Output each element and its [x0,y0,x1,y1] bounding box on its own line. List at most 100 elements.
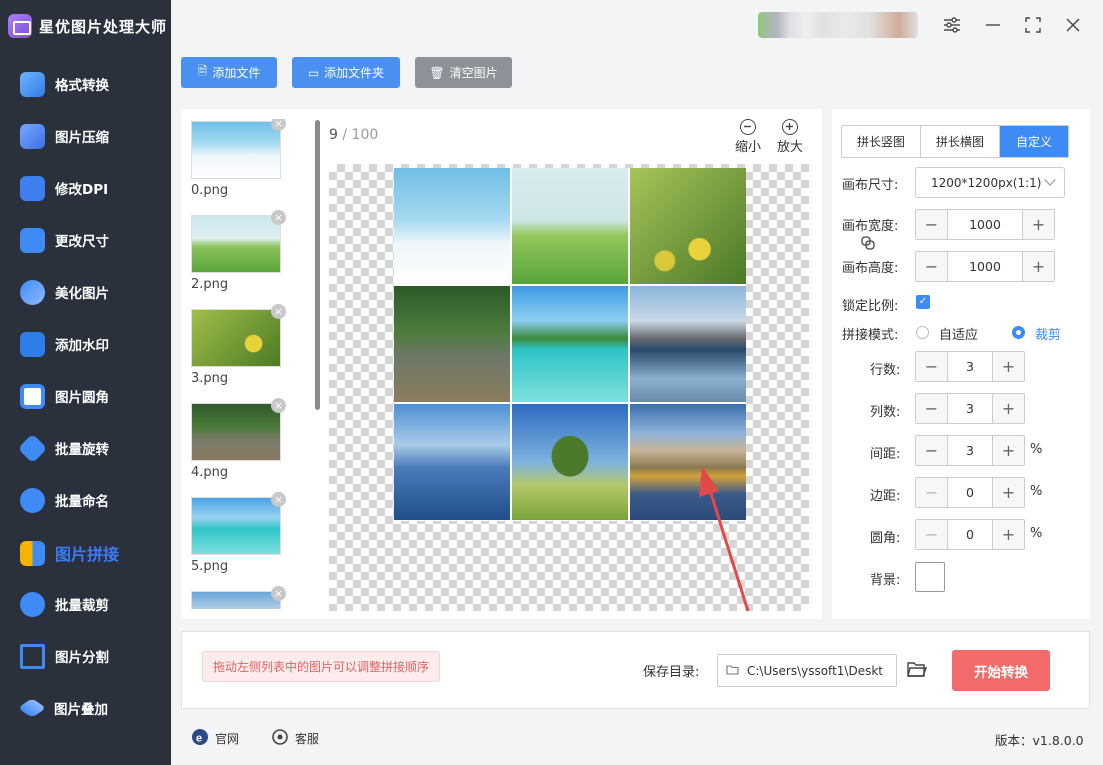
save-path-field[interactable]: C:\Users\yssoft1\Deskt [717,654,897,687]
sidebar-item-resize[interactable]: 更改尺寸 [20,225,109,255]
sidebar-item-dpi[interactable]: 修改DPI [20,173,108,203]
lock-ratio-checkbox[interactable]: ✓ [916,295,930,309]
margin-unit: % [1030,484,1043,499]
decrement-button[interactable]: − [916,520,947,549]
website-label: 官网 [215,732,240,746]
save-dir-label: 保存目录: [643,665,700,680]
gap-unit: % [1030,442,1043,457]
open-folder-icon[interactable] [907,660,928,682]
user-account[interactable] [758,12,918,38]
remove-icon[interactable]: × [271,492,286,507]
sidebar-item-beautify[interactable]: 美化图片 [20,277,109,307]
increment-button[interactable]: + [1023,210,1054,239]
remove-icon[interactable]: × [271,119,286,131]
thumbnail: × [191,398,286,461]
decrement-button[interactable]: − [916,478,947,507]
add-folder-button[interactable]: ▭ 添加文件夹 [292,57,400,88]
mode-crop-radio[interactable] [1012,326,1025,339]
file-list-scrollbar[interactable] [315,120,320,410]
mode-crop-label[interactable]: 裁剪 [1035,324,1061,343]
decrement-button[interactable]: − [916,394,947,423]
sidebar-item-watermark[interactable]: 添加水印 [20,329,109,359]
remove-icon[interactable]: × [271,586,286,601]
grid-image-autumn-lake [630,404,746,520]
mode-adaptive-label[interactable]: 自适应 [939,324,978,343]
remove-icon[interactable]: × [271,304,286,319]
sidebar-item-overlay[interactable]: 图片叠加 [17,693,108,723]
decrement-button[interactable]: − [916,352,947,381]
mode-adaptive-radio[interactable] [916,326,929,339]
decrement-button[interactable]: − [916,210,947,239]
stitch-icon [20,540,45,566]
minimize-icon[interactable] [980,12,1006,38]
list-item[interactable]: × [191,586,286,609]
close-icon[interactable] [1060,12,1086,38]
grid-image-tropical-beach [512,286,628,402]
remove-icon[interactable]: × [271,398,286,413]
increment-button[interactable]: + [993,478,1024,507]
cols-input[interactable]: 3 [947,394,993,423]
sidebar-item-label: 图片圆角 [55,390,109,406]
decrement-button[interactable]: − [916,436,947,465]
grid-image-forest-river [394,286,510,402]
clear-images-button[interactable]: 🗑 清空图片 [415,57,512,88]
tab-horizontal[interactable]: 拼长横图 [921,126,1000,157]
sidebar-item-crop[interactable]: 批量裁剪 [20,589,109,619]
maximize-icon[interactable] [1020,12,1046,38]
zoom-in-button[interactable]: 放大 [772,119,808,155]
increment-button[interactable]: + [993,520,1024,549]
zoom-out-button[interactable]: 缩小 [730,119,766,155]
rows-input[interactable]: 3 [947,352,993,381]
stitch-mode-tabs: 拼长竖图 拼长横图 自定义 [841,125,1069,158]
sidebar-item-compress[interactable]: 图片压缩 [20,121,109,151]
list-item[interactable]: × 3.png [191,304,286,386]
crop-icon [20,591,45,617]
chat-icon [271,728,289,749]
settings-icon[interactable] [939,12,965,38]
sidebar-item-rename[interactable]: 批量命名 [20,485,109,515]
increment-button[interactable]: + [993,436,1024,465]
mode-label: 拼接模式: [842,328,899,343]
ie-icon: e [191,728,209,749]
app-brand: 星优图片处理大师 [8,12,167,40]
increment-button[interactable]: + [1023,252,1054,281]
canvas-width-input[interactable]: 1000 [947,210,1023,239]
radius-input[interactable]: 0 [947,520,993,549]
increment-button[interactable]: + [993,394,1024,423]
background-color-picker[interactable] [915,562,945,592]
sidebar-item-stitch[interactable]: 图片拼接 [20,538,119,568]
zoom-in-label: 放大 [776,140,803,155]
add-file-button[interactable]: 🗎 添加文件 [181,57,277,88]
grid-image-yellow-flowers [630,168,746,284]
margin-input[interactable]: 0 [947,478,993,507]
increment-button[interactable]: + [993,352,1024,381]
thumbnail: × [191,119,286,179]
current-count: 9 [329,127,338,143]
add-folder-label: 添加文件夹 [324,66,385,80]
thumbnail: × [191,586,286,609]
gap-input[interactable]: 3 [947,436,993,465]
website-link[interactable]: e 官网 [191,728,239,749]
tab-custom[interactable]: 自定义 [1000,126,1068,157]
preview-canvas[interactable] [329,164,809,611]
link-icon[interactable] [861,236,875,254]
sidebar-item-format-convert[interactable]: 格式转换 [20,69,109,99]
list-item[interactable]: × 0.png [191,119,286,198]
tab-vertical[interactable]: 拼长竖图 [842,126,921,157]
list-item[interactable]: × 5.png [191,492,286,574]
list-item[interactable]: × 4.png [191,398,286,480]
start-convert-button[interactable]: 开始转换 [952,650,1050,691]
sidebar-item-rotate[interactable]: 批量旋转 [17,433,109,463]
split-icon [20,643,45,669]
sidebar-item-split[interactable]: 图片分割 [20,641,109,671]
decrement-button[interactable]: − [916,252,947,281]
canvas-height-input[interactable]: 1000 [947,252,1023,281]
remove-icon[interactable]: × [271,210,286,225]
sidebar-item-label: 图片分割 [55,650,109,666]
canvas-size-select[interactable]: 1200*1200px(1:1) [915,167,1065,198]
sidebar-item-round-corner[interactable]: 图片圆角 [20,381,109,411]
support-link[interactable]: 客服 [271,728,319,749]
zoom-in-icon [782,119,798,135]
list-item[interactable]: × 2.png [191,210,286,292]
beautify-icon [20,279,45,305]
